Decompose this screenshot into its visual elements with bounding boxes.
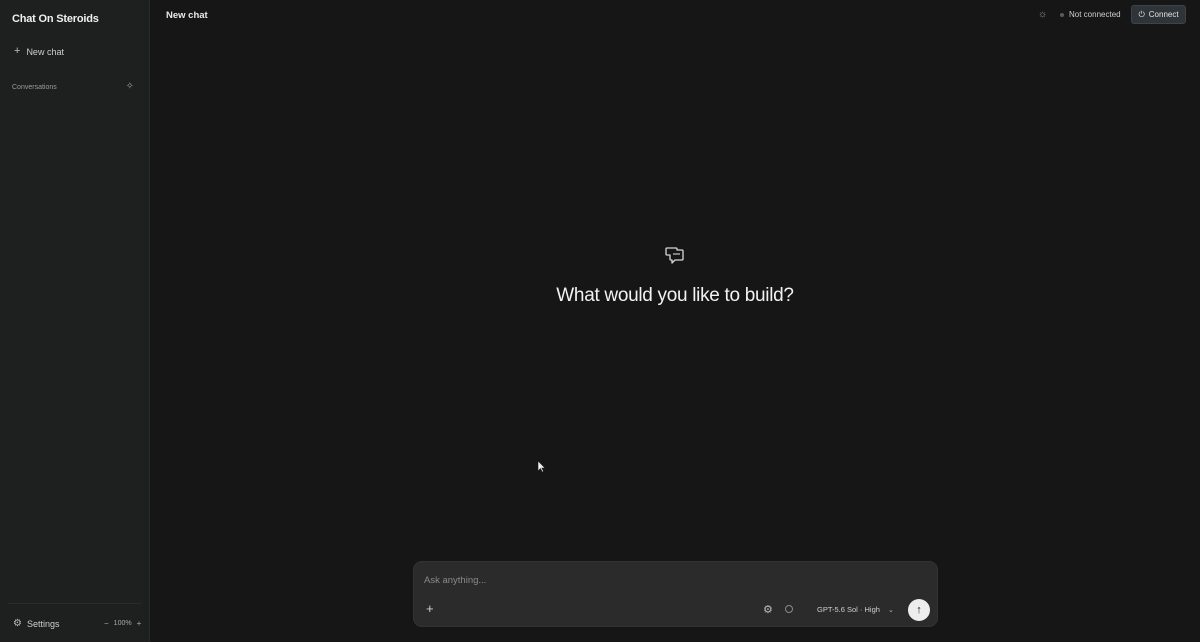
connect-button[interactable]: ⏻ Connect — [1131, 5, 1186, 24]
app-brand: Chat On Steroids — [12, 13, 99, 25]
new-chat-button[interactable]: + New chat — [14, 46, 64, 57]
send-button[interactable]: ↑ — [908, 599, 930, 621]
page-title: New chat — [166, 10, 208, 21]
model-label: GPT-5.6 Sol · High — [817, 605, 880, 614]
sidebar-divider — [8, 603, 141, 604]
circle-icon[interactable] — [785, 605, 793, 613]
zoom-level: 100% — [113, 620, 132, 627]
sun-icon[interactable]: ☼ — [1038, 9, 1047, 20]
status-dot — [1060, 12, 1064, 17]
power-icon: ⏻ — [1138, 9, 1145, 19]
sparkle-icon[interactable]: ✧ — [126, 82, 134, 92]
zoom-out-button[interactable]: − — [104, 619, 109, 628]
gear-icon: ⚙ — [13, 618, 22, 629]
arrow-up-icon: ↑ — [916, 604, 922, 616]
connect-label: Connect — [1148, 10, 1179, 19]
new-chat-label: New chat — [26, 46, 64, 57]
conversations-header: Conversations ✧ — [12, 82, 134, 92]
composer: + ⚙ GPT-5.6 Sol · High ⌄ ↑ — [413, 561, 938, 627]
settings-button[interactable]: ⚙ Settings — [13, 618, 60, 629]
settings-label: Settings — [26, 618, 60, 629]
sidebar: Chat On Steroids + New chat Conversation… — [0, 0, 150, 642]
connection-status: Not connected — [1060, 10, 1121, 19]
zoom-control: − 100% + — [104, 619, 141, 628]
conversations-label: Conversations — [12, 83, 57, 91]
attach-button[interactable]: + — [426, 602, 434, 615]
zoom-in-button[interactable]: + — [137, 619, 142, 628]
gear-icon[interactable]: ⚙ — [763, 603, 773, 616]
plus-icon: + — [14, 45, 21, 57]
chevron-down-icon: ⌄ — [887, 606, 894, 614]
message-input[interactable] — [422, 571, 926, 589]
model-selector[interactable]: GPT-5.6 Sol · High ⌄ — [817, 605, 894, 614]
chat-bubbles-icon — [665, 247, 684, 264]
status-text: Not connected — [1069, 10, 1121, 19]
hero-title: What would you like to build? — [556, 285, 794, 306]
